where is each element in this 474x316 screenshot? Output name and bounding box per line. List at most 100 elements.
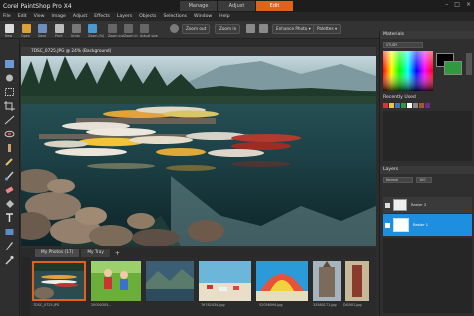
straighten-tool-icon[interactable]	[4, 110, 15, 125]
zoom-percent-icon[interactable]	[88, 24, 97, 33]
tab-my-tray[interactable]: My Tray	[81, 249, 110, 257]
recent-color-swatch[interactable]	[401, 103, 406, 108]
layer-name: Raster 3	[411, 203, 427, 207]
image-canvas[interactable]	[21, 56, 376, 246]
new-icon[interactable]	[5, 24, 14, 33]
clone-tool-icon[interactable]	[4, 138, 15, 152]
title-bar: Corel PaintShop Pro X4 Manage Adjust Edi…	[0, 0, 474, 12]
fill-tool-icon[interactable]	[4, 194, 15, 208]
print-icon[interactable]	[55, 24, 64, 33]
menu-objects[interactable]: Objects	[139, 14, 156, 19]
zoom-out-icon[interactable]	[108, 24, 117, 33]
recent-color-swatch[interactable]	[389, 103, 394, 108]
recent-color-swatch[interactable]	[395, 103, 400, 108]
open-icon[interactable]	[22, 24, 31, 33]
opacity-field[interactable]: 100	[416, 177, 432, 183]
tab-manage[interactable]: Manage	[180, 1, 217, 11]
recent-color-swatch[interactable]	[413, 103, 418, 108]
pick-tool-icon[interactable]	[4, 54, 15, 68]
enhance-photo-button[interactable]: Enhance Photo ▾	[272, 24, 315, 34]
undo-label: Undo	[71, 34, 80, 38]
palettes-button[interactable]: Palettes ▾	[313, 24, 342, 34]
minimize-icon[interactable]: –	[445, 1, 448, 8]
menu-edit[interactable]: Edit	[18, 14, 27, 19]
color-spectrum[interactable]	[383, 51, 433, 91]
thumbnail-6-image	[313, 261, 341, 301]
thumbnail-1[interactable]	[32, 261, 86, 301]
new-label: New	[5, 34, 13, 38]
menu-file[interactable]: File	[3, 14, 11, 19]
eraser-tool-icon[interactable]	[4, 180, 15, 194]
close-icon[interactable]: ×	[466, 1, 471, 8]
tab-adjust[interactable]: Adjust	[218, 1, 255, 11]
shape-tool-icon[interactable]	[4, 222, 15, 235]
pen-tool-icon[interactable]	[4, 236, 15, 250]
selection-tool-icon[interactable]	[4, 82, 15, 96]
zoom-percent-label: Zoom (%)	[88, 34, 105, 38]
lake-photo	[21, 56, 376, 246]
document-title: 7DSC_0725.JPG @ 24% (Background)	[21, 47, 376, 56]
text-tool-icon[interactable]	[4, 208, 15, 222]
thumbnail-6[interactable]	[313, 261, 341, 301]
organizer-side-strip	[21, 257, 30, 316]
background-color-swatch[interactable]	[444, 61, 462, 75]
thumbnail-4-caption: 76762434.jpg	[201, 303, 225, 307]
zoom-in-icon[interactable]	[124, 24, 133, 33]
app-title: Corel PaintShop Pro X4	[3, 2, 72, 10]
save-icon[interactable]	[38, 24, 47, 33]
menu-window[interactable]: Window	[194, 14, 212, 19]
eye-icon[interactable]	[385, 202, 390, 208]
thumbnail-5[interactable]	[256, 261, 308, 301]
menu-image[interactable]: Image	[52, 14, 66, 19]
thumbnail-7-caption: Di0001.jpg	[343, 303, 362, 307]
recent-color-swatch[interactable]	[407, 103, 412, 108]
mode-tabs: Manage Adjust Edit	[180, 1, 294, 11]
thumbnail-2-caption: 20000305...	[91, 303, 112, 307]
menu-effects[interactable]: Effects	[94, 14, 110, 19]
tab-edit[interactable]: Edit	[256, 1, 293, 11]
recent-color-swatch[interactable]	[419, 103, 424, 108]
tab-my-photos[interactable]: My Photos (17)	[35, 249, 80, 257]
makeover-tool-icon[interactable]	[4, 152, 15, 166]
undo-icon[interactable]	[72, 24, 81, 33]
layers-empty-area	[383, 238, 472, 313]
layer-row-selected[interactable]: Raster 1	[383, 214, 472, 236]
recent-color-swatch[interactable]	[425, 103, 430, 108]
pan-tool-icon[interactable]	[4, 68, 15, 82]
pan-icon[interactable]	[170, 24, 179, 33]
zoom-out-button[interactable]: Zoom out	[182, 24, 211, 34]
thumbnail-3-image	[146, 261, 194, 301]
blend-mode-select[interactable]: Normal	[383, 177, 413, 183]
layer-row[interactable]: Raster 3	[383, 197, 472, 213]
materials-mode-select[interactable]: STUDY	[383, 42, 423, 48]
right-palettes: Materials STUDY Recently Used Layers Nor…	[379, 31, 474, 316]
swap-colors-icon[interactable]	[466, 53, 472, 75]
thumbnail-7[interactable]	[345, 261, 369, 301]
thumbnail-3[interactable]	[146, 261, 194, 301]
recent-colors	[383, 103, 430, 108]
fit-icon[interactable]	[246, 24, 255, 33]
menu-help[interactable]: Help	[219, 14, 229, 19]
menu-selections[interactable]: Selections	[163, 14, 187, 19]
thumbnail-1-caption: 7DSC_0725.JPG	[33, 303, 60, 307]
grid-icon[interactable]	[259, 24, 268, 33]
add-tab-button[interactable]: +	[115, 250, 120, 257]
menu-layers[interactable]: Layers	[117, 14, 132, 19]
maximize-icon[interactable]: □	[454, 1, 460, 8]
zoom-in-button[interactable]: Zoom in	[215, 24, 241, 34]
menu-view[interactable]: View	[34, 14, 45, 19]
materials-properties-area	[383, 111, 472, 161]
actual-size-icon[interactable]	[140, 24, 149, 33]
thumbnail-4[interactable]	[199, 261, 251, 301]
menu-adjust[interactable]: Adjust	[73, 14, 87, 19]
paint-brush-icon[interactable]	[4, 166, 15, 181]
eye-icon[interactable]	[385, 222, 390, 228]
thumbnail-2[interactable]	[91, 261, 141, 301]
zoom-out-label: Zoom out	[108, 34, 124, 38]
window-controls: – □ ×	[445, 1, 471, 8]
crop-tool-icon[interactable]	[4, 96, 15, 111]
red-eye-tool-icon[interactable]	[4, 124, 15, 138]
organizer-tabs: My Photos (17) My Tray +	[21, 248, 376, 257]
recent-color-swatch[interactable]	[383, 103, 388, 108]
dropper-tool-icon[interactable]	[4, 250, 15, 265]
